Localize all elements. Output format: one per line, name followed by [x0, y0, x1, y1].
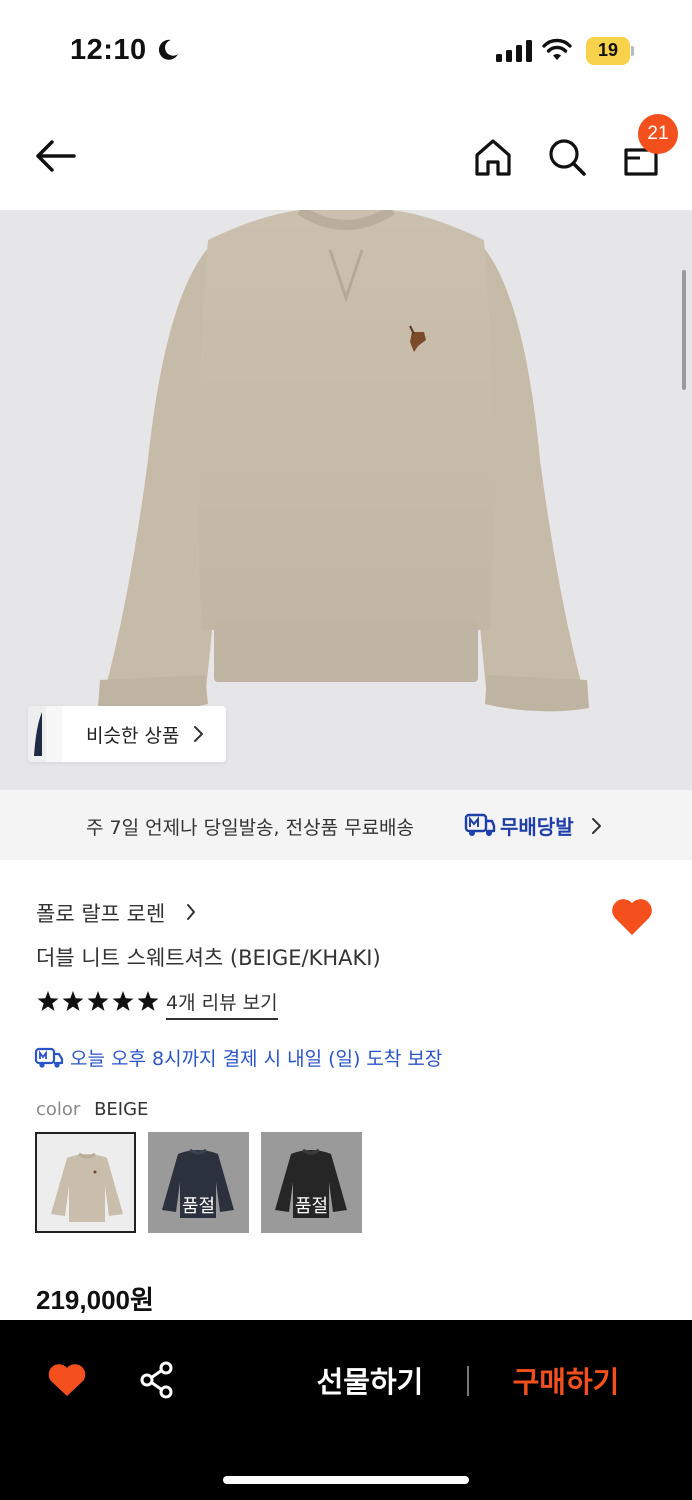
color-label: color	[36, 1099, 81, 1120]
home-indicator	[223, 1476, 469, 1484]
chevron-right-icon	[194, 726, 203, 742]
star-icon	[37, 991, 59, 1011]
brand-link[interactable]: 폴로 랄프 로렌	[36, 898, 195, 926]
shipping-text: 주 7일 언제나 당일발송, 전상품 무료배송	[86, 817, 415, 839]
star-icon	[62, 991, 84, 1011]
rating-stars-icon	[37, 991, 159, 1011]
delivery-text: 오늘 오후 8시까지 결제 시 내일 (일) 도착 보장	[70, 1048, 443, 1070]
chevron-right-icon	[187, 904, 195, 920]
buy-button[interactable]: 구매하기	[496, 1358, 636, 1402]
wishlist-heart-icon[interactable]	[47, 1362, 87, 1398]
review-link[interactable]: 4개 리뷰 보기	[166, 988, 278, 1020]
gift-button[interactable]: 선물하기	[300, 1358, 440, 1402]
product-image-gallery[interactable]: 비슷한 상품	[0, 210, 692, 790]
product-title: 더블 니트 스웨트셔츠 (BEIGE/KHAKI)	[36, 946, 381, 970]
color-swatch-black[interactable]: 품절	[261, 1132, 362, 1233]
bottom-action-bar: 선물하기 구매하기	[0, 1320, 692, 1500]
status-bar: 12:10 19	[0, 0, 692, 100]
similar-products-label: 비슷한 상품	[86, 725, 180, 747]
delivery-truck-icon	[34, 1047, 64, 1068]
back-arrow-icon[interactable]	[34, 138, 78, 174]
color-swatch-navy[interactable]: 품절	[148, 1132, 249, 1233]
top-navigation: 21	[0, 100, 692, 210]
shipping-banner[interactable]: 주 7일 언제나 당일발송, 전상품 무료배송 무배당발	[0, 790, 692, 860]
moon-icon	[158, 39, 178, 60]
cart-count-badge[interactable]: 21	[638, 114, 678, 154]
star-icon	[137, 991, 159, 1011]
similar-product-thumbnail	[28, 706, 62, 762]
gallery-scroll-indicator	[682, 270, 686, 390]
star-icon	[112, 991, 134, 1011]
wishlist-heart-icon[interactable]	[610, 895, 654, 937]
delivery-truck-icon	[464, 813, 496, 836]
color-swatch-beige[interactable]	[35, 1132, 136, 1233]
color-row: color BEIGE	[36, 1099, 148, 1120]
free-delivery-badge: 무배당발	[500, 815, 574, 839]
similar-products-button[interactable]: 비슷한 상품	[28, 706, 226, 762]
divider	[467, 1366, 469, 1396]
cellular-signal-icon	[496, 40, 532, 62]
color-value: BEIGE	[94, 1099, 149, 1120]
battery-icon: 19	[586, 37, 634, 65]
search-icon[interactable]	[546, 136, 588, 178]
product-photo	[98, 210, 589, 712]
sold-out-label: 품절	[181, 1196, 216, 1217]
sold-out-label: 품절	[294, 1196, 329, 1217]
star-icon	[87, 991, 109, 1011]
battery-level: 19	[597, 40, 619, 60]
chevron-right-icon	[592, 818, 601, 834]
product-price: 219,000원	[36, 1285, 154, 1315]
wifi-icon	[542, 38, 572, 60]
status-time: 12:10	[70, 34, 147, 66]
brand-name: 폴로 랄프 로렌	[36, 902, 166, 926]
share-icon[interactable]	[139, 1361, 175, 1399]
home-icon[interactable]	[472, 136, 514, 178]
